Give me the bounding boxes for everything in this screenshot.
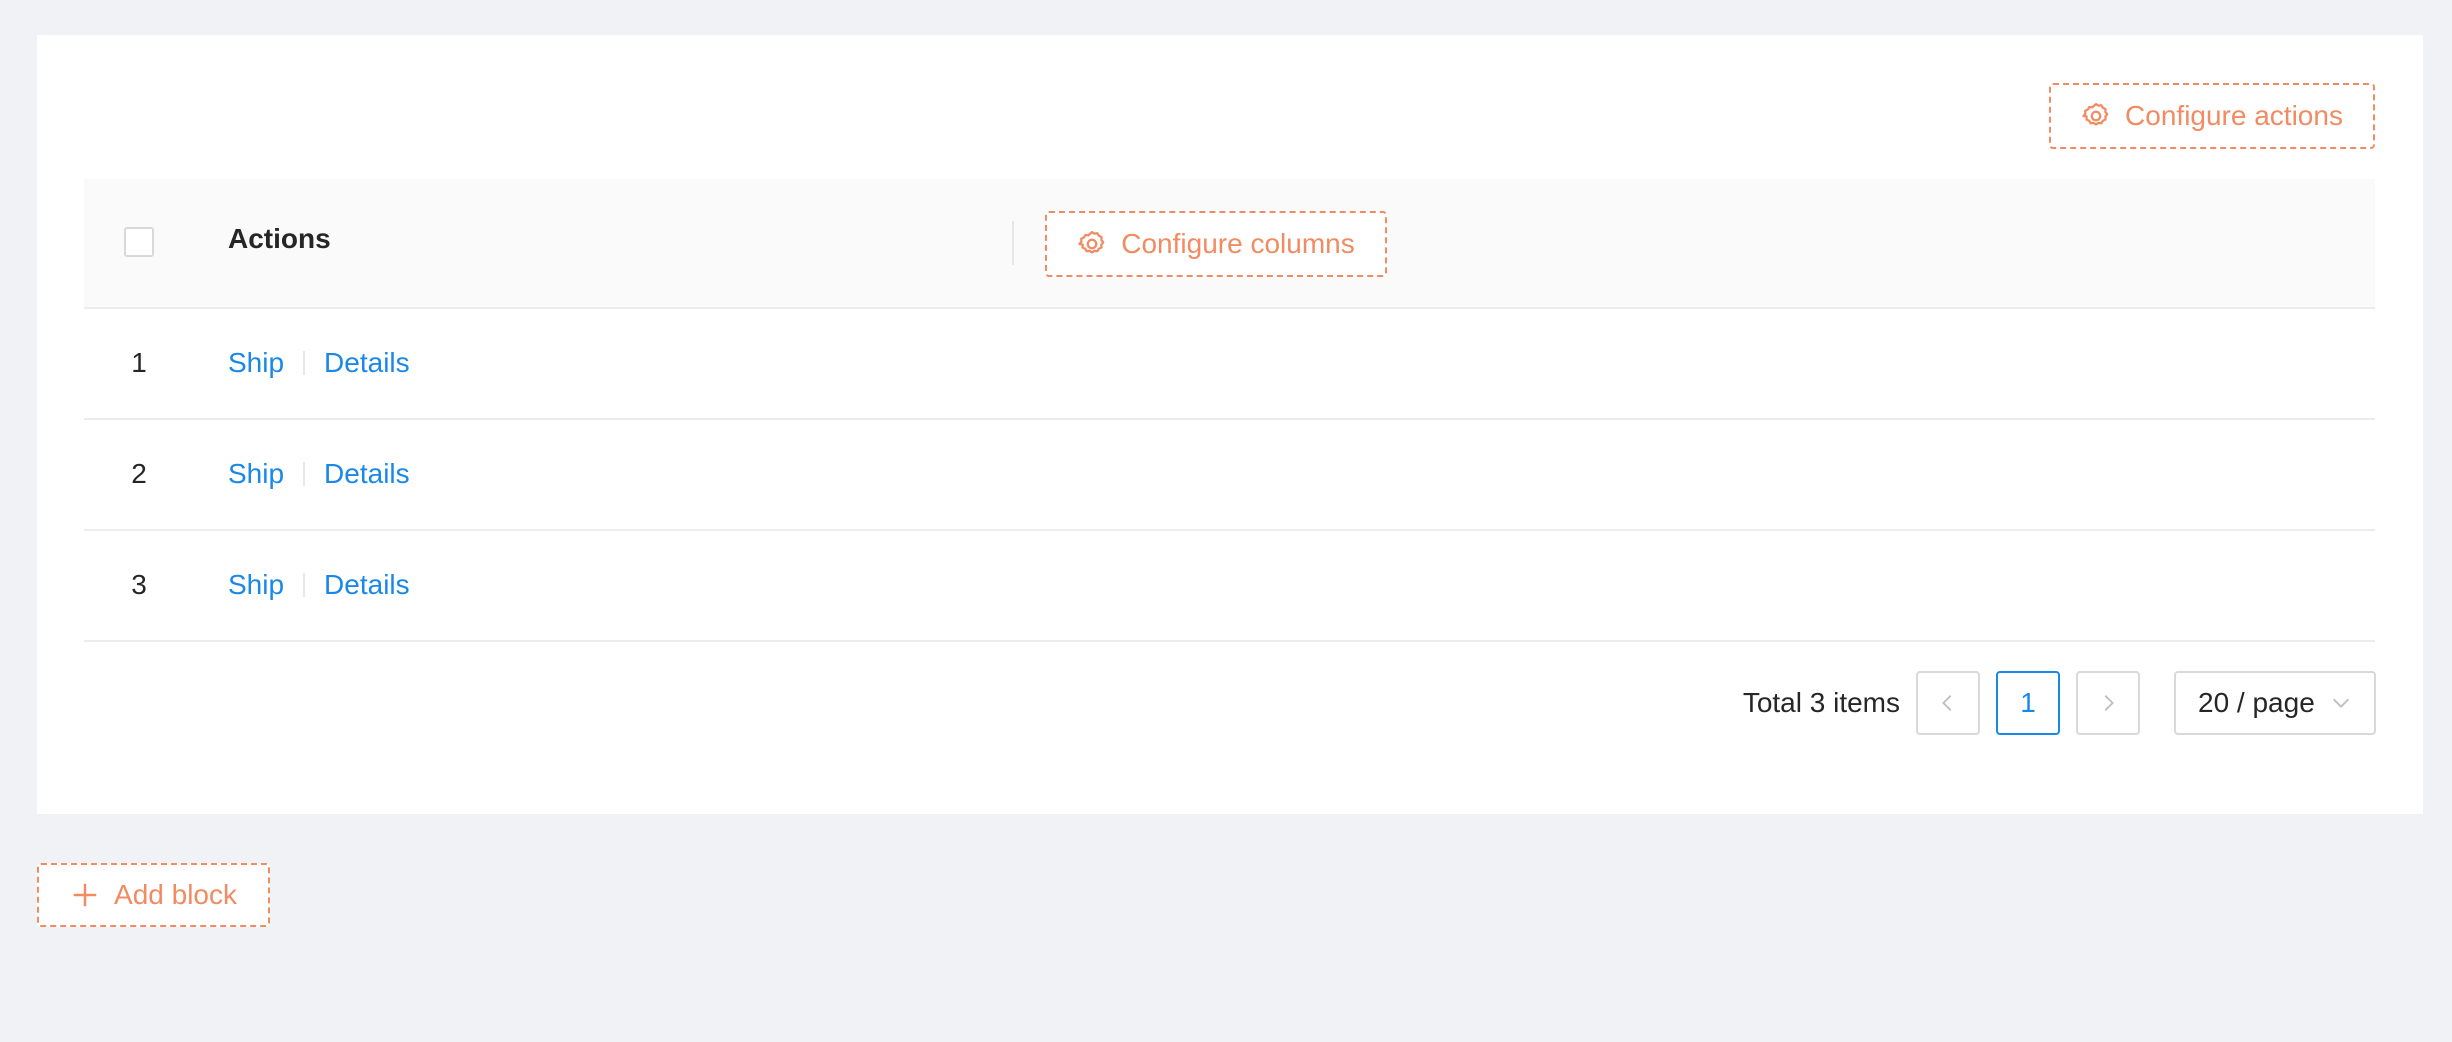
action-divider xyxy=(303,351,306,375)
next-page-button[interactable] xyxy=(2076,671,2140,735)
row-actions: Ship Details xyxy=(228,569,410,601)
configure-actions-label: Configure actions xyxy=(2125,100,2343,131)
data-table: Actions Configure columns 1 Ship Details… xyxy=(84,179,2375,642)
chevron-left-icon xyxy=(1942,695,1952,711)
row-actions: Ship Details xyxy=(228,347,410,379)
action-divider xyxy=(303,573,306,597)
add-block-label: Add block xyxy=(114,879,237,910)
page-size-value: 20 / page xyxy=(2198,687,2315,718)
details-link[interactable]: Details xyxy=(324,458,410,490)
configure-actions-button[interactable]: Configure actions xyxy=(2049,83,2375,149)
configure-columns-button[interactable]: Configure columns xyxy=(1045,211,1387,277)
add-block-button[interactable]: Add block xyxy=(37,863,270,927)
plus-icon xyxy=(73,883,97,907)
table-block: Configure actions Actions Configure colu… xyxy=(37,35,2423,814)
gear-icon xyxy=(1078,231,1105,254)
chevron-right-icon xyxy=(2104,695,2114,711)
configure-columns-label: Configure columns xyxy=(1121,228,1355,259)
page-size-select[interactable]: 20 / page xyxy=(2174,671,2376,735)
details-link[interactable]: Details xyxy=(324,347,410,379)
details-link[interactable]: Details xyxy=(324,569,410,601)
table-header: Actions Configure columns xyxy=(84,179,2375,309)
total-items-label: Total 3 items xyxy=(1742,687,1900,718)
pagination: Total 3 items 1 20 / page xyxy=(1743,671,2376,735)
select-all-checkbox[interactable] xyxy=(124,227,154,257)
row-actions: Ship Details xyxy=(228,458,410,490)
table-row: 3 Ship Details xyxy=(84,531,2375,642)
row-index: 1 xyxy=(131,347,147,378)
header-divider xyxy=(1012,221,1014,265)
table-row: 1 Ship Details xyxy=(84,309,2375,420)
gear-icon xyxy=(2082,103,2109,126)
action-divider xyxy=(303,462,306,486)
page-1-button[interactable]: 1 xyxy=(1996,671,2060,735)
row-index: 2 xyxy=(131,458,147,489)
chevron-down-icon xyxy=(2333,698,2349,708)
prev-page-button[interactable] xyxy=(1916,671,1980,735)
table-row: 2 Ship Details xyxy=(84,420,2375,531)
row-index: 3 xyxy=(131,569,147,600)
ship-link[interactable]: Ship xyxy=(228,569,284,601)
ship-link[interactable]: Ship xyxy=(228,458,284,490)
ship-link[interactable]: Ship xyxy=(228,347,284,379)
actions-column-header: Actions xyxy=(228,223,331,254)
